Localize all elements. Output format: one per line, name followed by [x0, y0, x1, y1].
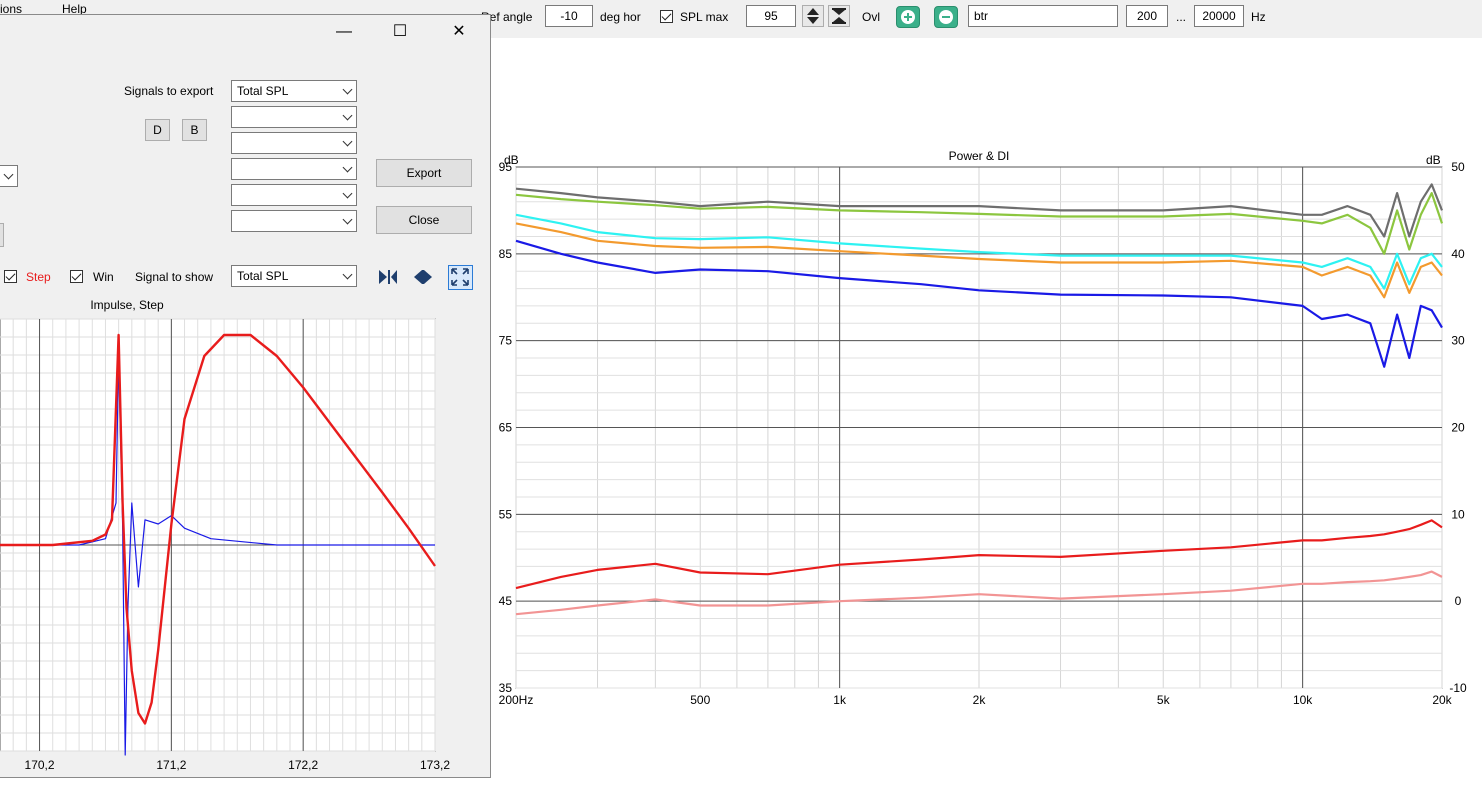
- y-right-tick-label: 50: [1451, 160, 1465, 174]
- y-right-tick-label: 0: [1455, 594, 1462, 608]
- win-label: Win: [93, 270, 114, 284]
- signal-to-show-combo[interactable]: Total SPL: [231, 265, 357, 287]
- close-button[interactable]: Close: [376, 206, 472, 234]
- x-tick-label: 170,2: [25, 758, 55, 772]
- x-tick-label: 10k: [1293, 693, 1313, 707]
- left-axis-unit: dB: [504, 153, 519, 167]
- x-tick-label: 200Hz: [499, 693, 534, 707]
- export-signal-combo-2[interactable]: [231, 106, 357, 128]
- left-button-partial[interactable]: [0, 223, 4, 247]
- x-tick-label: 1k: [833, 693, 847, 707]
- step-label: Step: [26, 270, 51, 284]
- y-right-tick-label: 10: [1451, 507, 1465, 521]
- export-signal-combo-5[interactable]: [231, 184, 357, 206]
- signal-to-show-label: Signal to show: [135, 270, 214, 284]
- chevron-down-icon: [342, 269, 353, 280]
- right-axis-unit: dB: [1426, 153, 1441, 167]
- x-tick-label: 171,2: [156, 758, 186, 772]
- y-right-tick-label: 20: [1451, 421, 1465, 435]
- win-checkbox[interactable]: [70, 270, 83, 283]
- b-button[interactable]: B: [182, 119, 207, 141]
- chart-title: Impulse, Step: [90, 298, 164, 312]
- chevron-down-icon: [342, 188, 353, 199]
- chevron-down-icon: [342, 110, 353, 121]
- y-left-tick-label: 35: [499, 681, 513, 695]
- y-left-tick-label: 75: [499, 334, 513, 348]
- left-combo-partial[interactable]: [0, 165, 18, 187]
- chevron-down-icon: [342, 162, 353, 173]
- chevron-down-icon: [342, 136, 353, 147]
- zoom-out-horizontal-icon[interactable]: [411, 265, 435, 289]
- y-left-tick-label: 45: [499, 594, 513, 608]
- x-tick-label: 173,2: [420, 758, 450, 772]
- y-left-tick-label: 85: [499, 247, 513, 261]
- export-signal-combo-3[interactable]: [231, 132, 357, 154]
- impulse-step-chart: 170,2 171,2 172,2 173,2 Impulse, Step: [0, 298, 450, 772]
- y-right-tick-label: 40: [1451, 247, 1465, 261]
- chevron-down-icon: [342, 84, 353, 95]
- minimize-icon[interactable]: —: [321, 15, 367, 49]
- y-right-tick-label: -10: [1449, 681, 1467, 695]
- x-tick-label: 172,2: [288, 758, 318, 772]
- step-checkbox[interactable]: [4, 270, 17, 283]
- x-tick-label: 500: [690, 693, 710, 707]
- export-signal-combo-4[interactable]: [231, 158, 357, 180]
- export-signal-combo-1[interactable]: Total SPL: [231, 80, 357, 102]
- y-right-tick-label: 30: [1451, 334, 1465, 348]
- chevron-down-icon: [342, 214, 353, 225]
- zoom-in-horizontal-icon[interactable]: [376, 265, 400, 289]
- export-signal-combo-6[interactable]: [231, 210, 357, 232]
- combo-value: Total SPL: [237, 269, 289, 283]
- close-icon[interactable]: ✕: [436, 15, 482, 49]
- fit-all-icon[interactable]: [448, 265, 473, 290]
- export-button[interactable]: Export: [376, 159, 472, 187]
- signals-to-export-label: Signals to export: [124, 84, 214, 98]
- combo-value: Total SPL: [237, 84, 289, 98]
- maximize-icon[interactable]: ☐: [377, 15, 423, 49]
- chevron-down-icon: [3, 169, 14, 180]
- y-left-tick-label: 65: [499, 421, 513, 435]
- x-tick-label: 20k: [1432, 693, 1452, 707]
- y-left-tick-label: 55: [499, 507, 513, 521]
- x-tick-label: 2k: [973, 693, 987, 707]
- x-tick-label: 5k: [1157, 693, 1171, 707]
- export-dialog: — ☐ ✕ Signals to export Total SPL D B Ex…: [0, 14, 491, 778]
- chart-title: Power & DI: [949, 149, 1010, 163]
- d-button[interactable]: D: [145, 119, 170, 141]
